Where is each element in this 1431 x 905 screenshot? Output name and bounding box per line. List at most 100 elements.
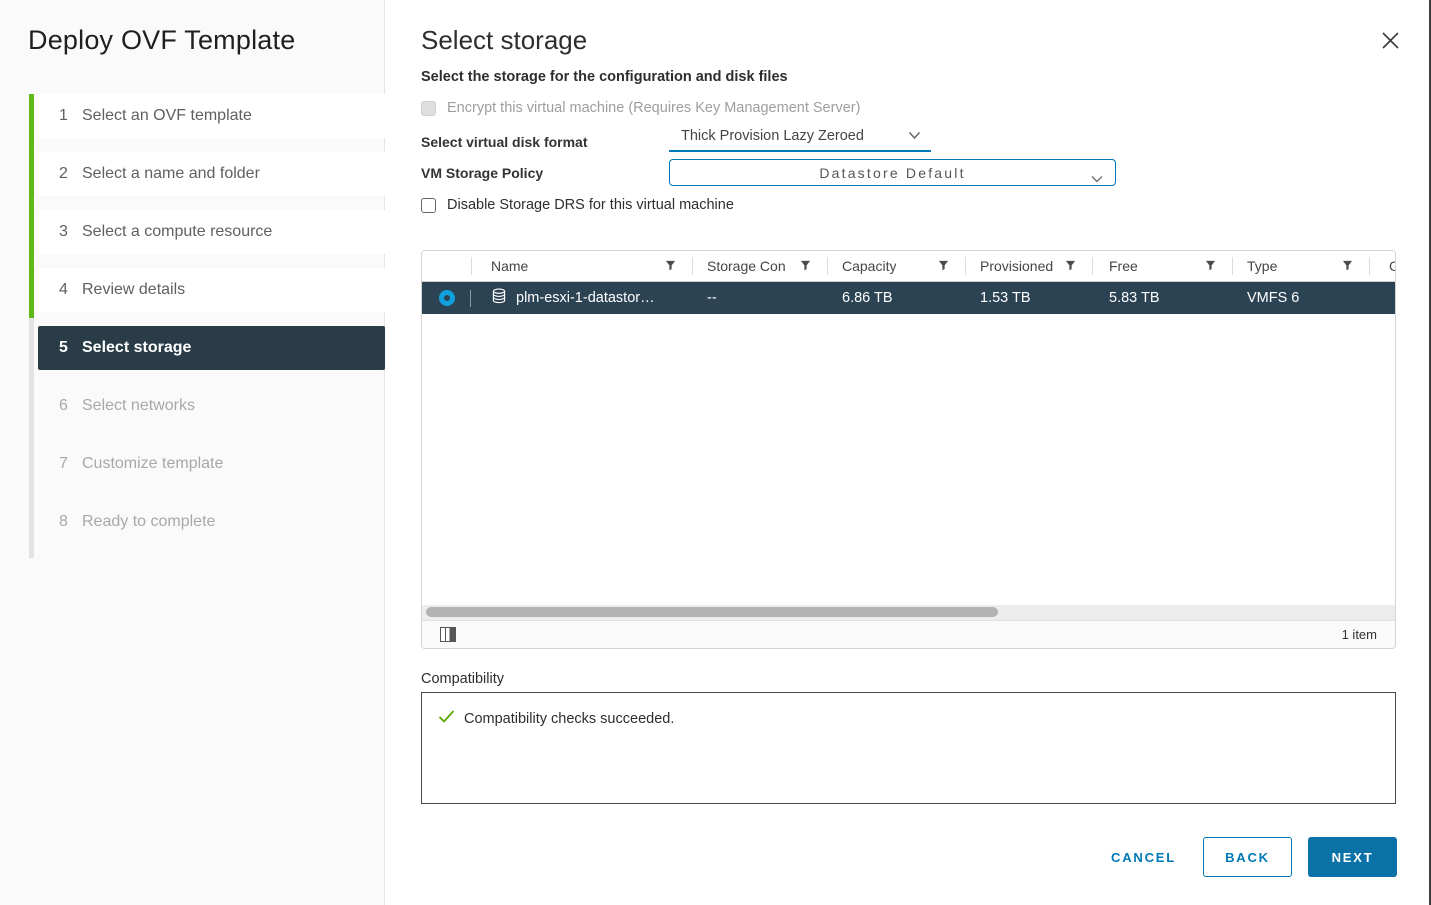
compatibility-status: Compatibility checks succeeded. — [438, 709, 1379, 728]
storage-policy-row: VM Storage Policy Datastore Default — [421, 159, 1397, 186]
grid-header-row: Name Storage Con Capacity Provisioned — [422, 251, 1395, 282]
filter-icon[interactable] — [1342, 258, 1353, 274]
scrollbar-thumb[interactable] — [426, 607, 998, 617]
step-number: 5 — [59, 339, 82, 357]
datastore-name: plm-esxi-1-datastor… — [516, 290, 655, 306]
sidebar-step-3[interactable]: 3 Select a compute resource — [38, 210, 385, 254]
success-check-icon — [438, 709, 455, 728]
sidebar-step-7[interactable]: 7 Customize template — [38, 442, 385, 486]
encrypt-vm-row: Encrypt this virtual machine (Requires K… — [421, 100, 1397, 116]
step-number: 6 — [59, 397, 82, 415]
column-label: Provisioned — [980, 258, 1053, 274]
progress-track-complete — [29, 94, 34, 318]
grid-header-storage-compatibility[interactable]: Storage Con — [692, 251, 827, 281]
compatibility-message: Compatibility checks succeeded. — [464, 711, 674, 727]
column-label: Storage Con — [707, 258, 786, 274]
back-button[interactable]: BACK — [1203, 837, 1292, 877]
step-number: 1 — [59, 107, 82, 125]
disable-drs-row: Disable Storage DRS for this virtual mac… — [421, 197, 1397, 213]
grid-footer: 1 item — [422, 620, 1395, 648]
step-label: Select an OVF template — [82, 107, 252, 125]
datastore-row-selected[interactable]: plm-esxi-1-datastor… -- 6.86 TB 1.53 TB … — [422, 282, 1395, 314]
filter-icon[interactable] — [665, 258, 676, 274]
column-label: Name — [491, 258, 528, 274]
storage-policy-dropdown[interactable]: Datastore Default — [669, 159, 1116, 186]
filter-icon[interactable] — [938, 258, 949, 274]
disable-drs-label: Disable Storage DRS for this virtual mac… — [447, 197, 734, 213]
wizard-content: Select storage Select the storage for th… — [386, 0, 1431, 905]
step-number: 3 — [59, 223, 82, 241]
item-count: 1 item — [1342, 627, 1377, 642]
grid-header-capacity[interactable]: Capacity — [827, 251, 965, 281]
step-label: Review details — [82, 281, 185, 299]
page-title: Select storage — [421, 24, 1397, 56]
close-icon[interactable] — [1380, 30, 1401, 51]
step-number: 7 — [59, 455, 82, 473]
filter-icon[interactable] — [800, 258, 811, 274]
wizard-title: Deploy OVF Template — [0, 0, 384, 56]
disable-drs-checkbox[interactable] — [421, 198, 436, 213]
provisioned-cell: 1.53 TB — [965, 282, 1092, 314]
wizard-sidebar: Deploy OVF Template 1 Select an OVF temp… — [0, 0, 385, 905]
encrypt-vm-label: Encrypt this virtual machine (Requires K… — [447, 100, 860, 116]
sidebar-step-6[interactable]: 6 Select networks — [38, 384, 385, 428]
disk-format-dropdown[interactable]: Thick Provision Lazy Zeroed — [669, 128, 931, 152]
column-settings-icon[interactable] — [440, 627, 456, 642]
next-button[interactable]: NEXT — [1308, 837, 1397, 877]
page-subtitle: Select the storage for the configuration… — [421, 69, 1397, 85]
datastore-grid: Name Storage Con Capacity Provisioned — [421, 250, 1396, 649]
sidebar-step-2[interactable]: 2 Select a name and folder — [38, 152, 385, 196]
datastore-icon — [491, 288, 507, 308]
sidebar-step-4[interactable]: 4 Review details — [38, 268, 385, 312]
column-label: Free — [1109, 258, 1138, 274]
chevron-down-icon — [908, 128, 921, 144]
sidebar-step-1[interactable]: 1 Select an OVF template — [38, 94, 385, 138]
wizard-actions: CANCEL BACK NEXT — [421, 837, 1397, 877]
step-number: 8 — [59, 513, 82, 531]
step-number: 2 — [59, 165, 82, 183]
grid-header-name[interactable]: Name — [471, 251, 692, 281]
sidebar-step-5-active[interactable]: 5 Select storage — [38, 326, 385, 370]
disk-format-row: Select virtual disk format Thick Provisi… — [421, 130, 1397, 154]
step-label: Select a name and folder — [82, 165, 260, 183]
compatibility-label: Compatibility — [421, 671, 1397, 687]
step-label: Ready to complete — [82, 513, 215, 531]
column-label: Cluster — [1389, 258, 1396, 274]
encrypt-vm-checkbox — [421, 101, 436, 116]
storage-compat-cell: -- — [692, 282, 827, 314]
compatibility-box: Compatibility checks succeeded. — [421, 692, 1396, 804]
grid-header-free[interactable]: Free — [1092, 251, 1232, 281]
capacity-cell: 6.86 TB — [827, 282, 965, 314]
step-label: Customize template — [82, 455, 223, 473]
free-cell: 5.83 TB — [1092, 282, 1232, 314]
radio-dot — [444, 295, 450, 301]
grid-header-select-col — [422, 251, 471, 281]
cancel-button[interactable]: CANCEL — [1111, 850, 1176, 865]
column-label: Type — [1247, 258, 1277, 274]
step-label: Select a compute resource — [82, 223, 272, 241]
grid-empty-body — [422, 314, 1395, 605]
datastore-name-cell: plm-esxi-1-datastor… — [471, 282, 692, 314]
step-label: Select storage — [82, 339, 191, 357]
storage-policy-value: Datastore Default — [819, 165, 965, 181]
disk-format-label: Select virtual disk format — [421, 134, 669, 150]
wizard-steps: 1 Select an OVF template 2 Select a name… — [0, 94, 384, 544]
type-cell: VMFS 6 — [1232, 282, 1369, 314]
radio-selected[interactable] — [439, 290, 455, 306]
horizontal-scrollbar[interactable] — [422, 605, 1395, 620]
grid-header-type[interactable]: Type — [1232, 251, 1369, 281]
cluster-cell — [1369, 282, 1396, 314]
grid-header-cluster[interactable]: Cluster — [1369, 251, 1396, 281]
grid-header-provisioned[interactable]: Provisioned — [965, 251, 1092, 281]
step-number: 4 — [59, 281, 82, 299]
progress-track-remaining — [29, 318, 34, 558]
disk-format-value: Thick Provision Lazy Zeroed — [681, 128, 864, 144]
row-select-cell — [422, 282, 471, 314]
filter-icon[interactable] — [1065, 258, 1076, 274]
sidebar-step-8[interactable]: 8 Ready to complete — [38, 500, 385, 544]
filter-icon[interactable] — [1205, 258, 1216, 274]
step-label: Select networks — [82, 397, 195, 415]
storage-policy-label: VM Storage Policy — [421, 165, 669, 181]
chevron-down-icon — [1091, 170, 1103, 186]
column-label: Capacity — [842, 258, 896, 274]
